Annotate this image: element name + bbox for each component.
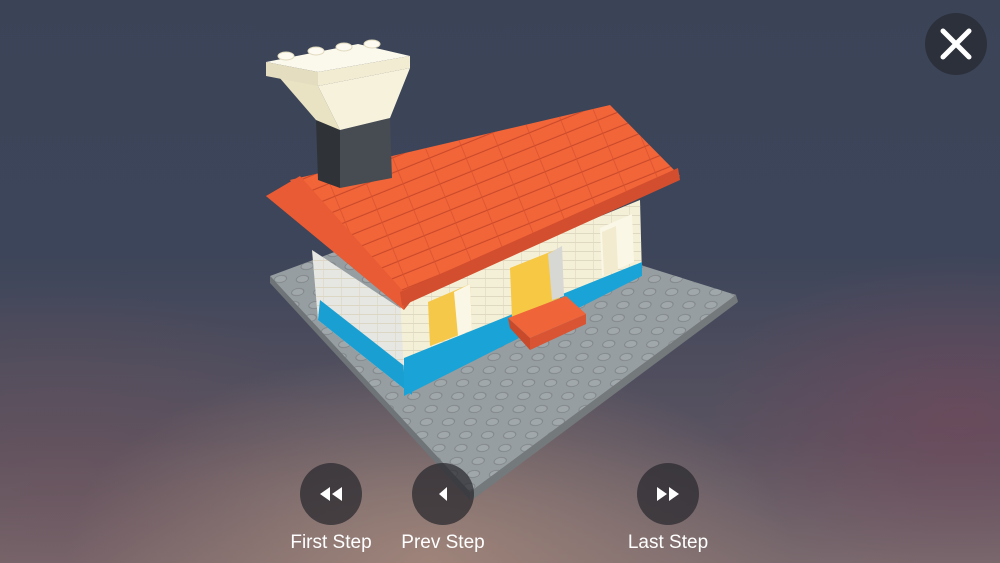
close-icon — [940, 28, 972, 60]
prev-step-button[interactable] — [412, 463, 474, 525]
first-step-label: First Step — [290, 532, 372, 553]
prev-step-label: Prev Step — [401, 532, 485, 553]
prev-step-control: Prev Step — [383, 463, 503, 554]
last-step-button[interactable] — [637, 463, 699, 525]
chimney — [266, 39, 410, 188]
last-step-control: Last Step — [608, 463, 728, 554]
first-step-button[interactable] — [300, 463, 362, 525]
fast-rewind-icon — [320, 487, 342, 501]
last-step-label: Last Step — [627, 532, 709, 553]
triangle-left-icon — [439, 487, 447, 501]
close-button[interactable] — [925, 13, 987, 75]
fast-forward-icon — [657, 487, 679, 501]
first-step-control: First Step — [271, 463, 391, 554]
